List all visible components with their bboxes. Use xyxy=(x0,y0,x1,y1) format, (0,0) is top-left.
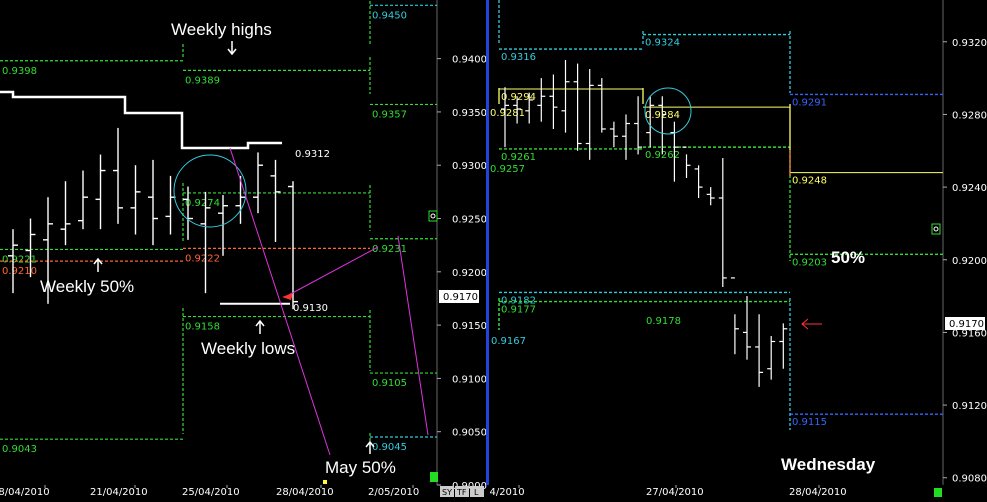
right-level-label: 0.9248 xyxy=(792,176,827,187)
annotation-weekly-50: Weekly 50% xyxy=(40,277,134,296)
left-axis-toggle-box[interactable] xyxy=(428,210,438,222)
y-tick-label: 0.9240 xyxy=(952,183,987,194)
left-y-axis: 0.9400 0.9350 0.9300 0.9250 0.9200 0.9150 0.91… xyxy=(437,55,487,492)
sy-button-label: SY xyxy=(442,488,452,497)
y-tick-label: 0.9250 xyxy=(452,215,487,226)
right-level-label: 0.9324 xyxy=(645,38,680,49)
annotation-weekly-lows: Weekly lows xyxy=(201,339,295,358)
y-tick-label: 0.9100 xyxy=(452,374,487,385)
left-chart-panel[interactable]: 0.93980.93890.93570.94500.92740.92210.92… xyxy=(0,0,487,498)
right-level-label: 0.9177 xyxy=(501,305,536,316)
y-tick-label: 0.9080 xyxy=(952,474,987,485)
right-axis-toggle-box[interactable] xyxy=(931,223,941,235)
right-level-label: 0.9291 xyxy=(792,97,827,108)
right-scroll-indicator[interactable] xyxy=(934,488,942,497)
x-tick-label: 28/04/2010 xyxy=(276,487,334,497)
left-toolbar: SY TF L xyxy=(440,486,484,497)
x-tick-label: 27/04/2010 xyxy=(646,487,704,497)
chart-svg: 0.93980.93890.93570.94500.92740.92210.92… xyxy=(0,0,987,498)
left-level-label: 0.9158 xyxy=(185,322,220,333)
x-tick-label: 21/04/2010 xyxy=(90,487,148,497)
right-level-label: 0.9178 xyxy=(646,316,681,327)
x-tick-label: 28/04/2010 xyxy=(789,487,847,497)
left-current-price: 0.9170 xyxy=(443,292,478,303)
left-level-label: 0.9398 xyxy=(2,66,37,77)
right-level-label: 0.9167 xyxy=(491,336,526,347)
right-level-label: 0.9281 xyxy=(490,108,525,119)
left-level-label: 0.9045 xyxy=(372,442,407,453)
y-tick-label: 0.9320 xyxy=(952,38,987,49)
y-tick-label: 0.9120 xyxy=(952,401,987,412)
right-level-label: 0.9115 xyxy=(792,417,827,428)
y-tick-label: 0.9300 xyxy=(452,161,487,172)
annotation-wednesday: Wednesday xyxy=(781,455,876,474)
x-tick-label: 25/04/2010 xyxy=(182,487,240,497)
right-current-price: 0.9170 xyxy=(949,319,984,330)
left-level-label: 0.9231 xyxy=(372,244,407,255)
left-level-label: 0.9450 xyxy=(372,10,407,21)
right-x-axis: 26/04/2010 27/04/2010 28/04/2010 xyxy=(489,485,847,497)
left-level-label: 0.9105 xyxy=(372,378,407,389)
right-level-label: 0.9349 xyxy=(501,0,536,3)
left-level-label: 0.9274 xyxy=(185,198,220,209)
y-tick-label: 0.9160 xyxy=(952,328,987,339)
annotation-may-50: May 50% xyxy=(325,458,396,477)
left-level-label: 0.9312 xyxy=(295,149,330,160)
right-level-label: 0.9203 xyxy=(792,257,827,268)
left-level-label: 0.9043 xyxy=(2,444,37,455)
right-chart-panel[interactable]: 0.9349 0.9316 0.9324 0.9291 0.9294 0.9281 0.92… xyxy=(467,0,987,497)
left-level-label: 0.9357 xyxy=(372,109,407,120)
x-tick-label: 2/05/2010 xyxy=(368,487,419,497)
panel-divider xyxy=(486,0,489,485)
x-tick-label: 18/04/2010 xyxy=(0,487,50,497)
left-level-label: 0.9221 xyxy=(2,254,37,265)
left-level-label: 0.9389 xyxy=(185,75,220,86)
right-level-label: 0.9316 xyxy=(501,52,536,63)
l-button-label: L xyxy=(474,488,479,497)
chart-workspace: 0.9398 0.9389 0.9357 0.9450 0.9274 0.9221 0.92… xyxy=(0,0,987,498)
y-tick-label: 0.9280 xyxy=(952,110,987,121)
y-tick-label: 0.9350 xyxy=(452,108,487,119)
y-tick-label: 0.9200 xyxy=(952,256,987,267)
right-level-label: 0.9257 xyxy=(490,164,525,175)
y-tick-label: 0.9200 xyxy=(452,268,487,279)
tf-button-label: TF xyxy=(456,488,467,497)
left-level-label: 0.9210 xyxy=(2,266,37,277)
y-tick-label: 0.9150 xyxy=(452,321,487,332)
annotation-weekly-highs: Weekly highs xyxy=(171,20,272,39)
left-scroll-marker[interactable] xyxy=(323,480,327,484)
left-axis-toggle[interactable] xyxy=(428,210,438,222)
left-level-label: 0.9222 xyxy=(185,253,220,264)
y-tick-label: 0.9050 xyxy=(452,428,487,439)
y-tick-label: 0.9400 xyxy=(452,55,487,66)
right-axis-toggle[interactable] xyxy=(931,223,941,235)
left-level-label: 0.9130 xyxy=(293,303,328,314)
right-level-label: 0.9261 xyxy=(501,152,536,163)
left-scroll-indicator[interactable] xyxy=(430,472,438,482)
right-level-label: 0.9294 xyxy=(501,92,536,103)
annotation-50pct: 50% xyxy=(831,248,865,267)
